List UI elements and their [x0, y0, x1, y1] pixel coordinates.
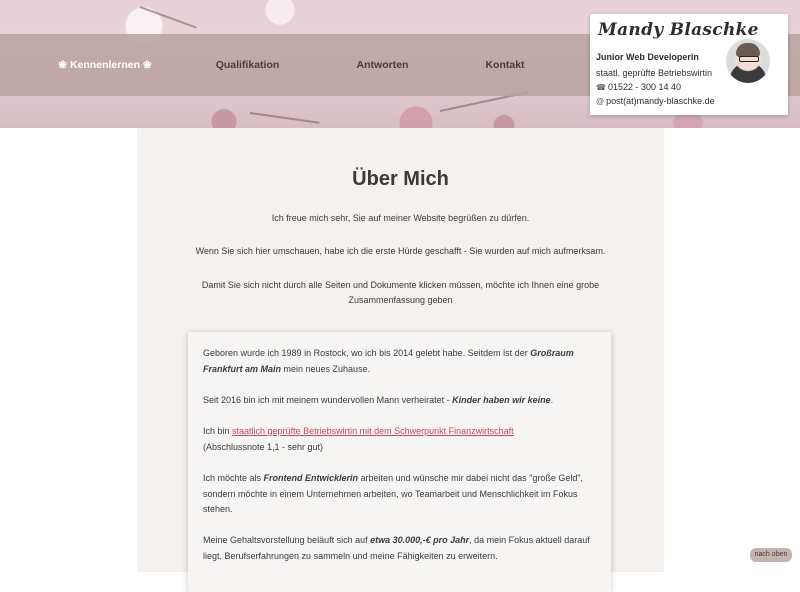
summary-text: Geboren wurde ich 1989 in Rostock, wo ic… — [203, 348, 531, 358]
summary-text: Meine Gehaltsvorstellung beläuft sich au… — [203, 535, 371, 545]
summary-paragraph-career: Ich möchte als Frontend Entwicklerin arb… — [203, 471, 598, 518]
avatar-glasses — [739, 56, 759, 62]
profile-subtitle: staatl. geprüfte Betriebswirtin — [596, 68, 713, 78]
education-link[interactable]: staatlich geprüfte Betriebswirtin mit de… — [232, 426, 514, 436]
profile-email-row[interactable]: @ post(at)mandy-blaschke.de — [596, 96, 715, 106]
nav-item-antworten[interactable]: Antworten — [330, 34, 435, 96]
summary-paragraph-family: Seit 2016 bin ich mit meinem wundervolle… — [203, 393, 598, 409]
summary-text: Ich möchte als — [203, 473, 264, 483]
blossom-branch — [139, 6, 197, 29]
nav-item-qualifikation[interactable]: Qualifikation — [195, 34, 300, 96]
summary-text: Seit 2016 bin ich mit meinem wundervolle… — [203, 395, 453, 405]
summary-text: mein neues Zuhause. — [281, 363, 371, 374]
profile-email: post(at)mandy-blaschke.de — [606, 96, 715, 106]
profile-role: Junior Web Developerin — [596, 52, 699, 62]
at-icon: @ — [596, 97, 605, 106]
avatar — [726, 39, 770, 83]
summary-emphasis: etwa 30.000,-€ pro Jahr — [370, 535, 470, 545]
phone-icon: ☎ — [596, 83, 606, 92]
summary-paragraph-education: Ich bin staatlich geprüfte Betriebswirti… — [203, 424, 598, 455]
page-title: Über Mich — [352, 168, 449, 190]
intro-paragraph-3: Damit Sie sich nicht durch alle Seiten u… — [201, 280, 600, 305]
blossom-branch — [249, 112, 320, 124]
summary-box: Geboren wurde ich 1989 in Rostock, wo ic… — [188, 332, 611, 592]
nav-item-kennenlernen[interactable]: ❀ Kennenlernen ❀ — [50, 34, 160, 96]
main-content: Über Mich Ich freue mich sehr, Sie auf m… — [137, 128, 664, 592]
summary-paragraph-salary: Meine Gehaltsvorstellung beläuft sich au… — [203, 533, 598, 564]
profile-card: Mandy Blaschke Junior Web Developerin st… — [590, 14, 788, 115]
summary-emphasis: Kinder haben wir keine — [452, 395, 551, 405]
summary-paragraph-birth: Geboren wurde ich 1989 in Rostock, wo ic… — [203, 346, 598, 377]
back-to-top-button[interactable]: nach oben — [750, 548, 792, 562]
profile-phone: 01522 - 300 14 40 — [607, 82, 682, 92]
summary-text: Ich bin — [203, 426, 233, 436]
intro-paragraph-2: Wenn Sie sich hier umschauen, habe ich d… — [195, 246, 606, 256]
summary-text: (Abschlussnote 1,1 - sehr gut) — [203, 441, 324, 452]
profile-phone-row[interactable]: ☎ 01522 - 300 14 40 — [596, 82, 681, 92]
nav-item-kontakt[interactable]: Kontakt — [455, 34, 555, 96]
summary-emphasis: Frontend Entwicklerin — [263, 473, 359, 483]
avatar-hair — [736, 43, 760, 57]
summary-text: . — [550, 395, 554, 405]
profile-name: Mandy Blaschke — [598, 20, 759, 40]
intro-paragraph-1: Ich freue mich sehr, Sie auf meiner Webs… — [271, 213, 530, 223]
